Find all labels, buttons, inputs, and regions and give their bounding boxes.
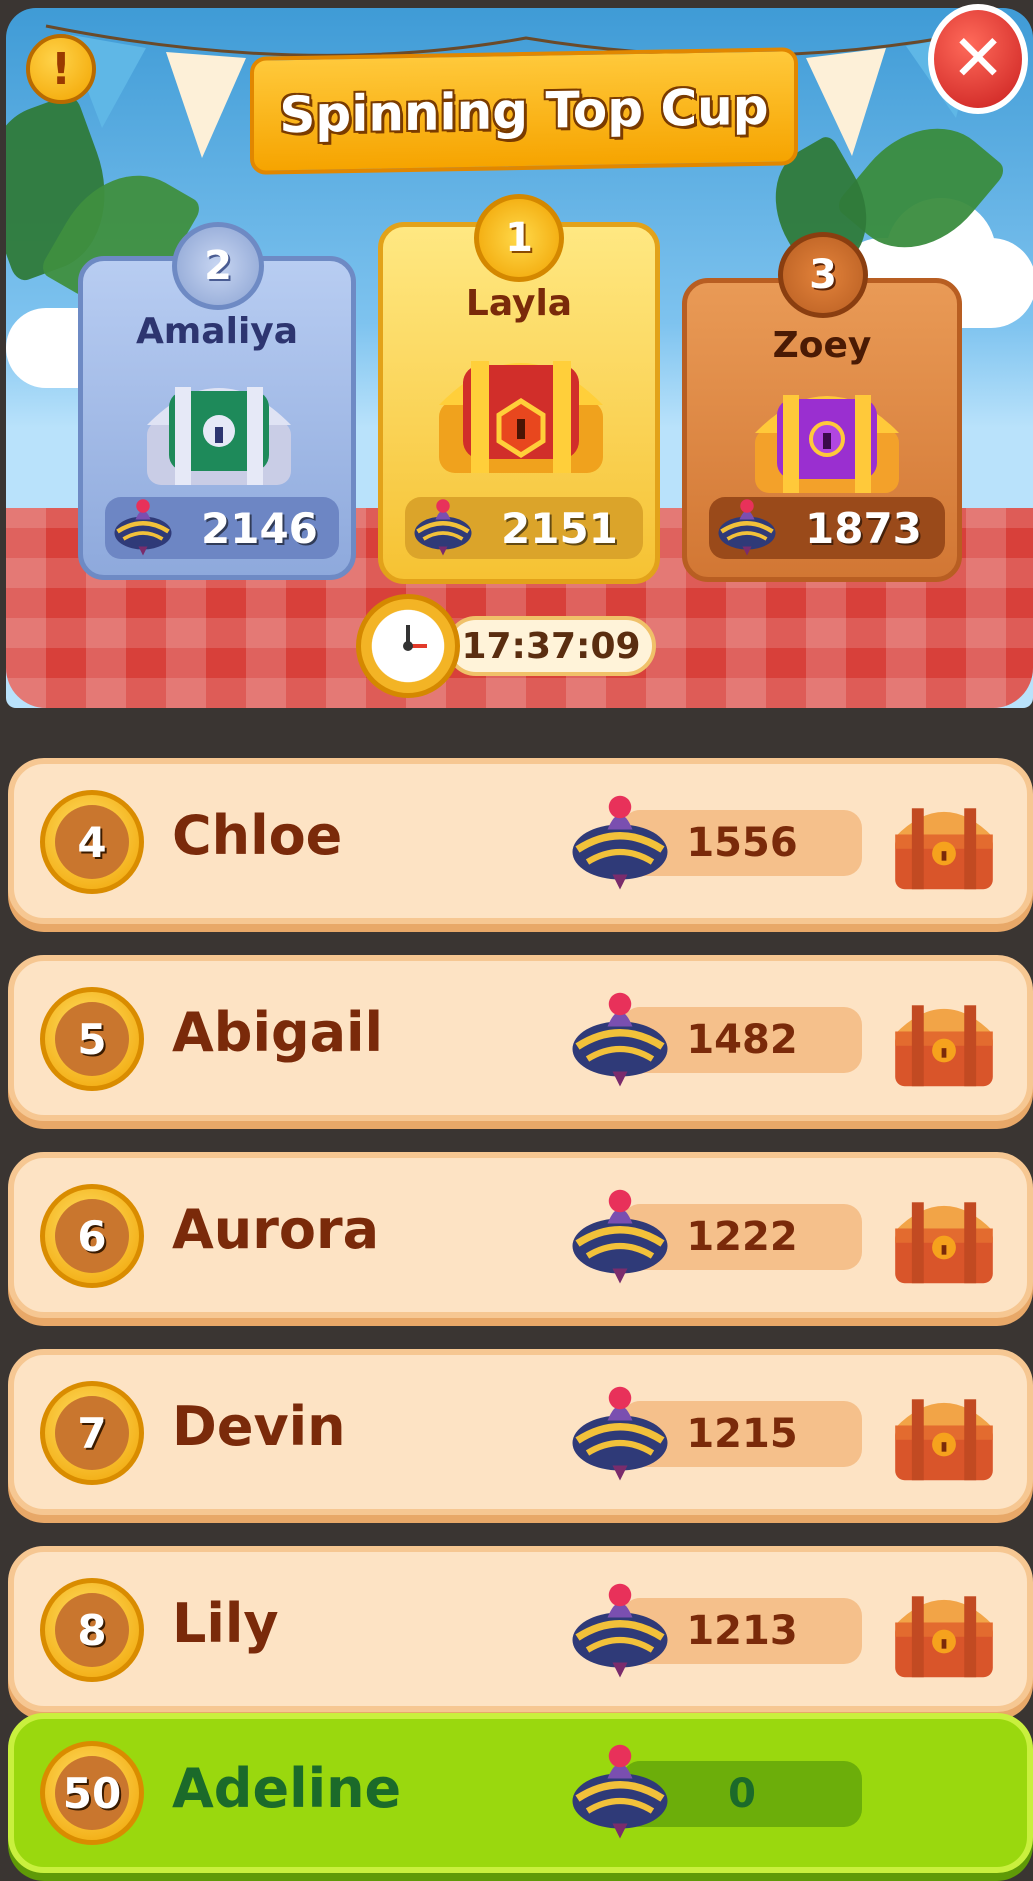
rank-badge: 5 [40, 987, 144, 1091]
info-button[interactable]: ! [26, 34, 96, 104]
reward-chest-icon[interactable] [884, 991, 1004, 1091]
podium-name: Amaliya [135, 311, 299, 352]
gold-red-chest-icon [439, 361, 603, 473]
podium-score-pill: 2146 [105, 497, 339, 559]
rank-number: 8 [55, 1593, 129, 1667]
rank-coin-1: 1 [474, 194, 564, 282]
spinning-top-icon [413, 497, 473, 557]
event-title-banner: Spinning Top Cup [250, 47, 798, 175]
silver-green-chest-icon [147, 387, 291, 485]
rank-badge: 7 [40, 1381, 144, 1485]
leaderboard-row-6[interactable]: 6 Aurora 1222 [8, 1152, 1033, 1318]
podium-score-pill: 1873 [709, 497, 945, 559]
podium-score: 2146 [201, 503, 318, 553]
reward-chest-icon[interactable] [884, 794, 1004, 894]
podium-score: 1873 [805, 503, 922, 553]
rank-number: 5 [55, 1002, 129, 1076]
rank-number: 3 [809, 252, 837, 298]
rank-number: 1 [505, 215, 533, 261]
reward-chest-icon[interactable] [884, 1385, 1004, 1485]
player-name: Chloe [172, 804, 343, 867]
leaderboard-row-4[interactable]: 4 Chloe 1556 [8, 758, 1033, 924]
rank-coin-3: 3 [778, 232, 868, 318]
spinning-top-icon [570, 792, 670, 892]
close-icon: ✕ [951, 22, 1005, 96]
player-name: Lily [172, 1592, 279, 1655]
exclamation-icon: ! [50, 43, 72, 95]
spinning-top-icon [570, 1580, 670, 1680]
player-name: Adeline [172, 1757, 402, 1820]
podium-name: Layla [465, 283, 573, 324]
orange-purple-chest-icon [755, 395, 899, 493]
spinning-top-icon [570, 1186, 670, 1286]
player-name: Aurora [172, 1198, 380, 1261]
rank-badge: 4 [40, 790, 144, 894]
spinning-top-icon [113, 497, 173, 557]
current-player-row[interactable]: 50 Adeline 0 [8, 1713, 1033, 1873]
spinning-top-icon [717, 497, 777, 557]
spinning-top-icon [570, 989, 670, 1089]
rank-badge: 8 [40, 1578, 144, 1682]
timer-text: 17:37:09 [446, 616, 656, 676]
rank-badge: 6 [40, 1184, 144, 1288]
player-name: Devin [172, 1395, 346, 1458]
leaderboard-row-7[interactable]: 7 Devin 1215 [8, 1349, 1033, 1515]
rank-number: 6 [55, 1199, 129, 1273]
rank-badge: 50 [40, 1741, 144, 1845]
rank-coin-2: 2 [172, 222, 264, 310]
podium-score: 2151 [501, 503, 618, 553]
spinning-top-icon [570, 1383, 670, 1483]
rank-number: 7 [55, 1396, 129, 1470]
podium-score-pill: 2151 [405, 497, 643, 559]
close-button[interactable]: ✕ [928, 4, 1028, 114]
player-name: Abigail [172, 1001, 384, 1064]
event-title: Spinning Top Cup [279, 77, 769, 145]
podium-card-3rd[interactable]: Zoey 1873 [682, 278, 962, 582]
rank-number: 4 [55, 805, 129, 879]
reward-chest-icon[interactable] [884, 1582, 1004, 1682]
rank-number: 2 [204, 243, 232, 289]
leaderboard-row-8[interactable]: 8 Lily 1213 [8, 1546, 1033, 1712]
clock-icon [356, 594, 460, 698]
spinning-top-icon [570, 1741, 670, 1841]
leaderboard-row-5[interactable]: 5 Abigail 1482 [8, 955, 1033, 1121]
podium-name: Zoey [772, 325, 872, 366]
reward-chest-icon[interactable] [884, 1188, 1004, 1288]
rank-number: 50 [55, 1756, 129, 1830]
